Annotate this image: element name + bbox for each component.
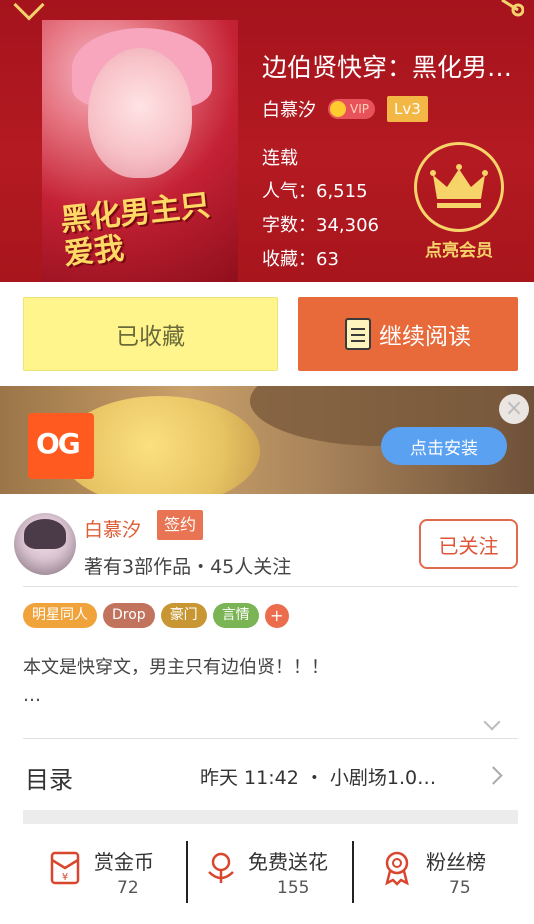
word-count-stat: 字数：34,306 [262,215,379,236]
tag-list: 明星同人 Drop 豪门 言情 + [23,603,289,628]
author-name[interactable]: 白慕汐 [262,96,316,122]
favorited-button[interactable]: 已收藏 [23,297,278,371]
follow-button[interactable]: 已关注 [419,519,518,569]
book-cover[interactable]: 黑化男主只爱我 [42,20,238,282]
author-name-link[interactable]: 白慕汐 [84,515,141,542]
member-label[interactable]: 点亮会员 [414,236,504,261]
close-icon[interactable]: × [499,394,529,424]
serial-status: 连载 [262,148,298,169]
crown-icon [330,101,346,117]
continue-reading-button[interactable]: 继续阅读 [298,297,518,371]
expand-chevron-icon[interactable] [483,713,501,731]
back-icon[interactable] [13,0,45,21]
divider [23,738,518,739]
install-button[interactable]: 点击安装 [381,427,507,465]
tag-chip[interactable]: 明星同人 [23,603,97,628]
avatar[interactable] [14,513,76,575]
section-separator [23,810,518,824]
ad-app-logo[interactable]: OG [28,413,94,479]
latest-chapter-info[interactable]: 昨天 11:42 ・ 小剧场1.0… [200,763,470,790]
tag-chip[interactable]: Drop [103,603,155,628]
popularity-stat: 人气：6,515 [262,181,368,202]
book-header: 黑化男主只爱我 边伯贤快穿：黑化男… 白慕汐 VIP Lv3 连载 人气：6,5… [0,0,534,282]
tag-chip[interactable]: 言情 [212,603,259,628]
share-icon[interactable] [498,0,524,18]
favorites-stat: 收藏：63 [262,249,339,270]
crown-icon [430,164,488,208]
reward-icon: ¥ [50,851,80,885]
add-tag-icon[interactable]: + [264,603,289,628]
chevron-right-icon[interactable] [484,766,503,785]
member-button[interactable] [414,142,504,232]
divider [186,841,188,903]
divider [23,586,518,587]
tag-chip[interactable]: 豪门 [160,603,207,628]
author-works-info: 著有3部作品・45人关注 [84,556,292,578]
level-badge: Lv3 [386,96,428,122]
cover-title-art: 黑化男主只爱我 [58,187,212,273]
book-icon [345,318,371,350]
continue-reading-label: 继续阅读 [379,324,471,350]
flower-icon [208,852,234,883]
book-intro[interactable]: 本文是快穿文，男主只有边伯贤！！！ … [23,654,518,710]
medal-icon [385,851,409,886]
svg-text:¥: ¥ [62,872,68,883]
catalog-label[interactable]: 目录 [25,760,73,795]
vip-badge: VIP [328,99,375,119]
book-title: 边伯贤快穿：黑化男… [262,53,513,82]
author-row: 白慕汐 VIP Lv3 [262,96,428,122]
divider [352,841,354,903]
signed-badge: 签约 [157,510,204,540]
